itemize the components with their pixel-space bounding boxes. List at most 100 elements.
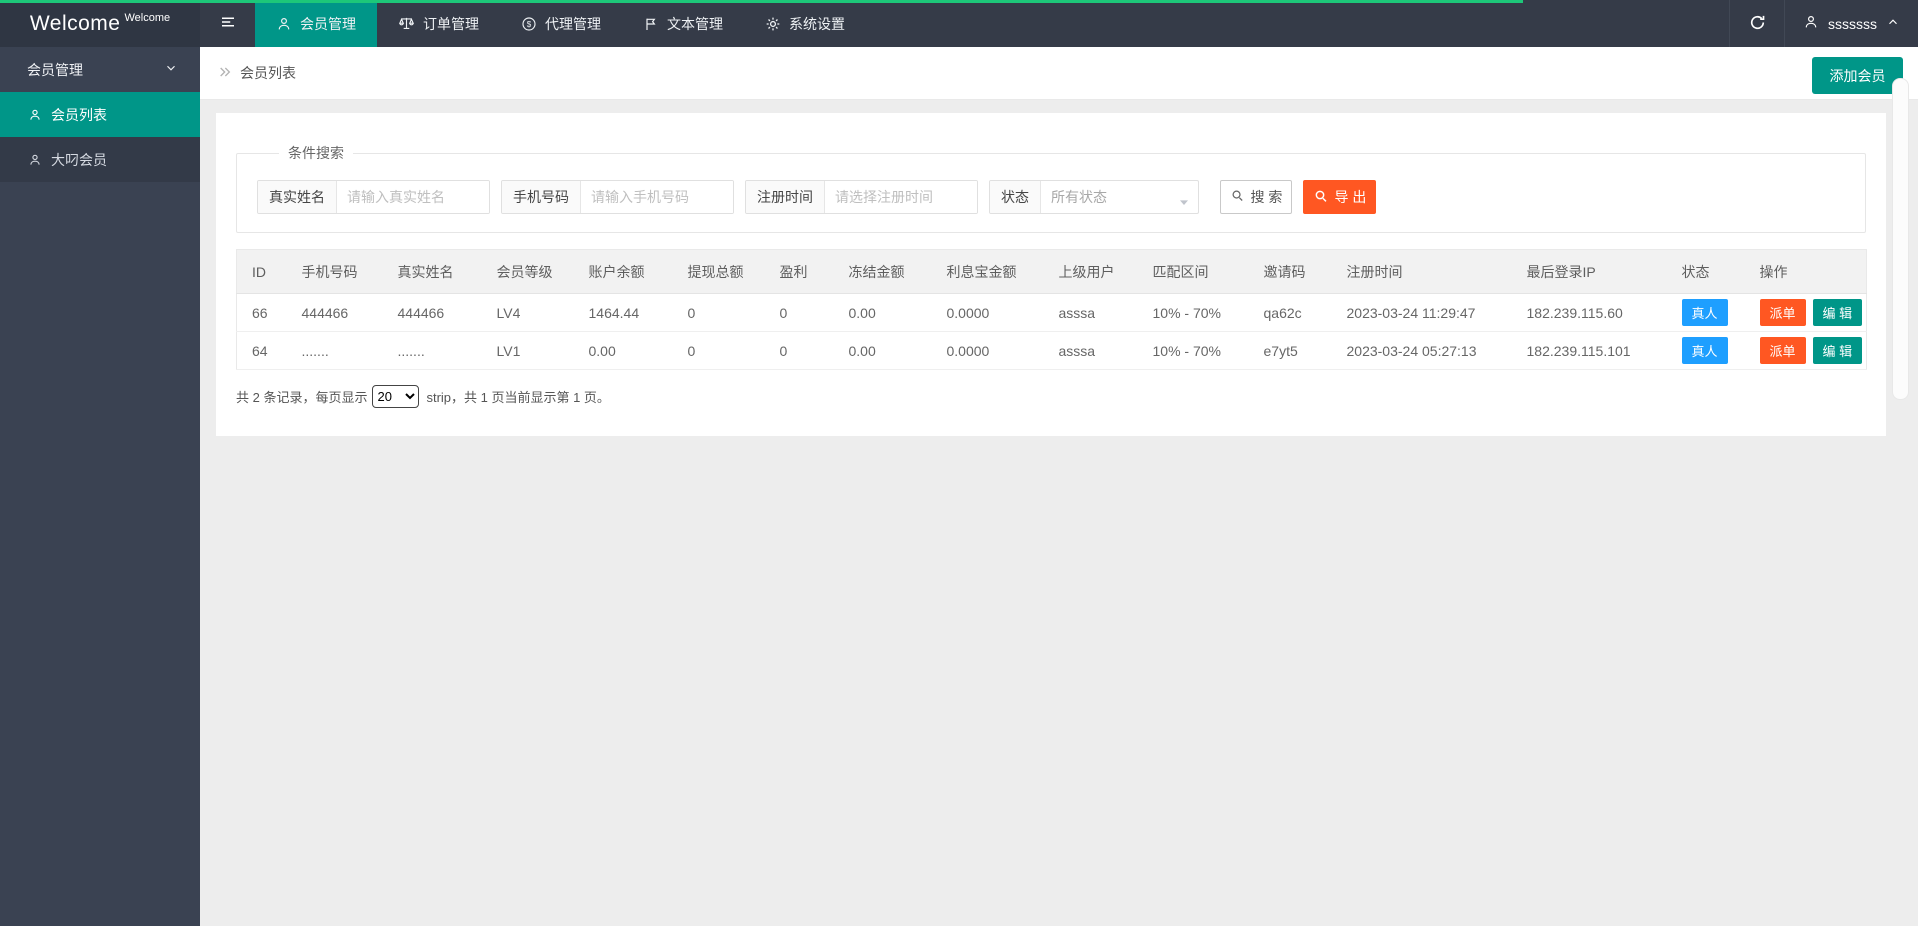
cell-withdraw-total: 0 xyxy=(672,293,765,332)
export-button-label: 导 出 xyxy=(1334,189,1367,205)
svg-text:$: $ xyxy=(527,19,532,28)
cell-balance: 0.00 xyxy=(573,331,673,370)
dispatch-order-button[interactable]: 派单 xyxy=(1759,299,1806,326)
sidebar-item-big-member[interactable]: 大叼会员 xyxy=(0,137,200,182)
sidebar-toggle-button[interactable] xyxy=(200,0,255,47)
logo-text: Welcome xyxy=(29,11,121,35)
real-name-field-group: 真实姓名 xyxy=(257,180,490,214)
real-name-label: 真实姓名 xyxy=(258,181,337,213)
nav-item-agents[interactable]: $ 代理管理 xyxy=(500,0,622,47)
phone-label: 手机号码 xyxy=(502,181,581,213)
cell-profit: 0 xyxy=(764,293,834,332)
pagination-summary-suffix: strip，共 1 页当前显示第 1 页。 xyxy=(426,390,610,405)
pagination-bar: 共 2 条记录，每页显示 20 strip，共 1 页当前显示第 1 页。 xyxy=(236,385,1866,408)
double-chevron-right-icon xyxy=(217,64,233,83)
cell-match-range: 10% - 70% xyxy=(1137,331,1249,370)
dispatch-order-button[interactable]: 派单 xyxy=(1759,337,1806,364)
phone-field-group: 手机号码 xyxy=(501,180,734,214)
user-icon xyxy=(1803,14,1819,33)
cell-frozen: 0.00 xyxy=(833,331,932,370)
sidebar: 会员管理 会员列表 大叼会员 xyxy=(0,47,200,926)
cell-balance: 1464.44 xyxy=(573,293,673,332)
edit-button[interactable]: 编 辑 xyxy=(1812,337,1863,364)
col-header-balance: 账户余额 xyxy=(573,249,673,294)
cell-last-login-ip: 182.239.115.60 xyxy=(1511,293,1667,332)
cell-real-name: 444466 xyxy=(382,293,482,332)
table-row: 64 ....... ....... LV1 0.00 0 0 0.00 0.0… xyxy=(236,331,1867,370)
chevron-down-icon xyxy=(164,61,178,78)
col-header-invite-code: 邀请码 xyxy=(1248,249,1332,294)
dollar-icon: $ xyxy=(521,16,537,32)
flag-icon xyxy=(643,16,659,32)
nav-item-label: 文本管理 xyxy=(667,15,723,32)
chevron-up-icon xyxy=(1886,15,1900,32)
edit-button[interactable]: 编 辑 xyxy=(1812,299,1863,326)
register-time-field-group: 注册时间 xyxy=(745,180,978,214)
pagination-summary-prefix: 共 2 条记录，每页显示 xyxy=(236,390,368,405)
top-header-bar: Welcome Welcome 会员管理 订单管理 $ 代理管理 文本管理 系统… xyxy=(0,0,1918,47)
search-button-label: 搜 索 xyxy=(1250,189,1283,205)
cell-invite-code: e7yt5 xyxy=(1248,331,1332,370)
nav-item-members[interactable]: 会员管理 xyxy=(255,0,377,47)
refresh-icon xyxy=(1748,13,1767,35)
cell-parent-user: asssa xyxy=(1043,331,1138,370)
col-header-operations: 操作 xyxy=(1744,249,1867,294)
refresh-button[interactable] xyxy=(1729,0,1785,47)
col-header-frozen: 冻结金额 xyxy=(833,249,932,294)
search-form-row: 真实姓名 手机号码 注册时间 状态 所有状态 xyxy=(257,180,1847,214)
col-header-phone: 手机号码 xyxy=(286,249,383,294)
status-field-group: 状态 所有状态 xyxy=(989,180,1199,214)
logo-superscript: Welcome xyxy=(124,11,171,24)
nav-item-label: 代理管理 xyxy=(545,15,601,32)
vertical-scrollbar-thumb[interactable] xyxy=(1892,78,1909,400)
col-header-status: 状态 xyxy=(1666,249,1745,294)
user-name: sssssss xyxy=(1828,15,1877,32)
export-search-icon xyxy=(1313,188,1329,207)
cell-phone: ....... xyxy=(286,331,383,370)
sidebar-group-members[interactable]: 会员管理 xyxy=(0,47,200,92)
col-header-real-name: 真实姓名 xyxy=(382,249,482,294)
search-button[interactable]: 搜 索 xyxy=(1220,180,1292,214)
register-time-input[interactable] xyxy=(825,181,977,213)
table-header-row: ID 手机号码 真实姓名 会员等级 账户余额 提现总额 盈利 冻结金额 利息宝金… xyxy=(236,249,1867,294)
loading-progress-bar xyxy=(0,0,1523,3)
real-name-input[interactable] xyxy=(337,181,489,213)
page-size-select[interactable]: 20 xyxy=(372,385,420,408)
members-table: ID 手机号码 真实姓名 会员等级 账户余额 提现总额 盈利 冻结金额 利息宝金… xyxy=(236,249,1867,370)
app-logo: Welcome Welcome xyxy=(0,0,200,47)
cell-match-range: 10% - 70% xyxy=(1137,293,1249,332)
status-badge[interactable]: 真人 xyxy=(1681,299,1728,326)
cell-level: LV4 xyxy=(481,293,574,332)
add-member-button[interactable]: 添加会员 xyxy=(1812,57,1903,94)
scales-icon xyxy=(398,15,415,32)
top-right-controls: sssssss xyxy=(1729,0,1918,47)
gear-icon xyxy=(765,16,781,32)
col-header-withdraw-total: 提现总额 xyxy=(672,249,765,294)
nav-item-texts[interactable]: 文本管理 xyxy=(622,0,744,47)
top-nav: 会员管理 订单管理 $ 代理管理 文本管理 系统设置 xyxy=(255,0,866,47)
user-menu[interactable]: sssssss xyxy=(1785,0,1918,47)
nav-item-label: 会员管理 xyxy=(300,15,356,32)
cell-register-time: 2023-03-24 11:29:47 xyxy=(1331,293,1512,332)
breadcrumb-bar: 会员列表 添加会员 xyxy=(200,47,1918,100)
cell-level: LV1 xyxy=(481,331,574,370)
status-badge[interactable]: 真人 xyxy=(1681,337,1728,364)
phone-input[interactable] xyxy=(581,181,733,213)
search-filter-panel: 条件搜索 真实姓名 手机号码 注册时间 状态 所有状态 xyxy=(236,143,1866,233)
cell-phone: 444466 xyxy=(286,293,383,332)
status-select[interactable]: 所有状态 xyxy=(1041,181,1198,213)
person-icon xyxy=(28,108,42,122)
nav-item-settings[interactable]: 系统设置 xyxy=(744,0,866,47)
cell-profit: 0 xyxy=(764,331,834,370)
col-header-profit: 盈利 xyxy=(764,249,834,294)
export-button[interactable]: 导 出 xyxy=(1303,180,1376,214)
cell-withdraw-total: 0 xyxy=(672,331,765,370)
sidebar-item-member-list[interactable]: 会员列表 xyxy=(0,92,200,137)
nav-item-orders[interactable]: 订单管理 xyxy=(377,0,500,47)
nav-item-label: 订单管理 xyxy=(423,15,479,32)
col-header-parent-user: 上级用户 xyxy=(1043,249,1138,294)
col-header-id: ID xyxy=(236,249,287,294)
col-header-register-time: 注册时间 xyxy=(1331,249,1512,294)
cell-parent-user: asssa xyxy=(1043,293,1138,332)
cell-lixibao: 0.0000 xyxy=(931,331,1044,370)
